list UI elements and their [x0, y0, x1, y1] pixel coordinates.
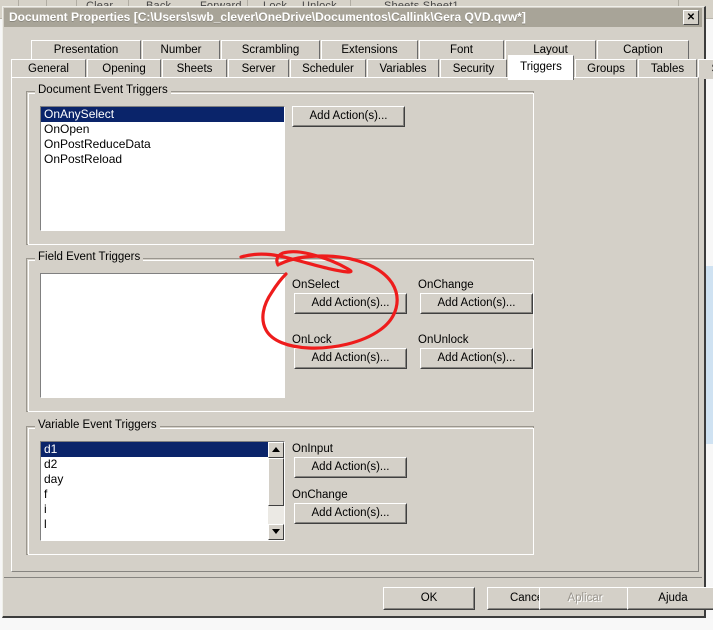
document-add-actions-button[interactable]: Add Action(s)...: [292, 106, 405, 127]
scroll-up-button[interactable]: [268, 442, 284, 458]
tab-server[interactable]: Server: [228, 59, 289, 79]
tab-font[interactable]: Font: [419, 40, 504, 60]
onunlock-add-actions-button[interactable]: Add Action(s)...: [420, 348, 533, 369]
list-item[interactable]: l: [41, 517, 284, 532]
list-item[interactable]: d2: [41, 457, 284, 472]
document-properties-dialog: Document Properties [C:\Users\swb_clever…: [2, 6, 713, 618]
list-item[interactable]: OnPostReduceData: [41, 137, 284, 152]
background-bottom-strip: [0, 619, 713, 630]
onselect-add-actions-button[interactable]: Add Action(s)...: [294, 293, 407, 314]
variable-event-triggers-group: Variable Event Triggers d1 d2 day f i l: [26, 419, 534, 555]
dialog-footer: OK Cancelar Aplicar Ajuda: [4, 577, 713, 615]
tab-triggers[interactable]: Triggers: [508, 55, 574, 80]
tab-extensions[interactable]: Extensions: [321, 40, 418, 60]
list-item[interactable]: i: [41, 502, 284, 517]
close-icon[interactable]: ✕: [683, 10, 699, 25]
list-item[interactable]: day: [41, 472, 284, 487]
tab-tables[interactable]: Tables: [638, 59, 697, 79]
chevron-up-icon: [272, 447, 280, 452]
triggers-tab-panel: Document Event Triggers OnAnySelect OnOp…: [11, 77, 699, 572]
list-item[interactable]: OnPostReload: [41, 152, 284, 167]
tab-sheets[interactable]: Sheets: [162, 59, 227, 79]
tab-scrambling[interactable]: Scrambling: [221, 40, 320, 60]
tab-opening[interactable]: Opening: [87, 59, 161, 79]
field-event-triggers-list[interactable]: [40, 273, 285, 398]
tab-groups[interactable]: Groups: [575, 59, 637, 79]
list-item[interactable]: OnAnySelect: [41, 107, 284, 122]
window-title: Document Properties [C:\Users\swb_clever…: [9, 10, 526, 24]
onchange-add-actions-button[interactable]: Add Action(s)...: [420, 293, 533, 314]
oninput-add-actions-button[interactable]: Add Action(s)...: [294, 457, 407, 478]
onselect-label: OnSelect: [292, 279, 340, 291]
field-event-triggers-legend: Field Event Triggers: [35, 251, 144, 263]
help-button[interactable]: Ajuda: [627, 587, 713, 610]
screenshot-root: Clear Back Forward Lock Unlock Sheets Sh…: [0, 0, 713, 630]
variable-event-triggers-list[interactable]: d1 d2 day f i l: [40, 441, 285, 541]
variable-list-scrollbar[interactable]: [268, 442, 284, 540]
tab-caption[interactable]: Caption: [597, 40, 689, 60]
chevron-down-icon: [272, 529, 280, 534]
document-event-triggers-group: Document Event Triggers OnAnySelect OnOp…: [26, 84, 534, 245]
list-item[interactable]: d1: [41, 442, 270, 457]
tab-presentation[interactable]: Presentation: [31, 40, 141, 60]
tab-scheduler[interactable]: Scheduler: [290, 59, 366, 79]
scrollbar-thumb[interactable]: [268, 458, 284, 506]
document-event-triggers-legend: Document Event Triggers: [35, 84, 171, 96]
tab-number[interactable]: Number: [142, 40, 220, 60]
onlock-label: OnLock: [292, 334, 332, 346]
variable-event-triggers-legend: Variable Event Triggers: [35, 419, 160, 431]
onlock-add-actions-button[interactable]: Add Action(s)...: [294, 348, 407, 369]
tab-variables[interactable]: Variables: [367, 59, 439, 79]
title-bar: Document Properties [C:\Users\swb_clever…: [4, 8, 702, 27]
list-item[interactable]: f: [41, 487, 284, 502]
onunlock-label: OnUnlock: [418, 334, 469, 346]
variable-onchange-label: OnChange: [292, 489, 348, 501]
list-item[interactable]: OnOpen: [41, 122, 284, 137]
ok-button[interactable]: OK: [383, 587, 475, 610]
tab-strip: Presentation Number Scrambling Extension…: [11, 35, 713, 80]
tab-sort[interactable]: Sort: [698, 59, 713, 79]
apply-button: Aplicar: [539, 587, 631, 610]
tab-general[interactable]: General: [11, 59, 86, 79]
tab-security[interactable]: Security: [440, 59, 507, 79]
scroll-down-button[interactable]: [268, 524, 284, 540]
oninput-label: OnInput: [292, 443, 333, 455]
onchange-label: OnChange: [418, 279, 474, 291]
document-event-triggers-list[interactable]: OnAnySelect OnOpen OnPostReduceData OnPo…: [40, 106, 285, 231]
field-event-triggers-group: Field Event Triggers OnSelect Add Action…: [26, 251, 534, 412]
variable-onchange-add-actions-button[interactable]: Add Action(s)...: [294, 503, 407, 524]
background-right-panel: [705, 266, 713, 444]
